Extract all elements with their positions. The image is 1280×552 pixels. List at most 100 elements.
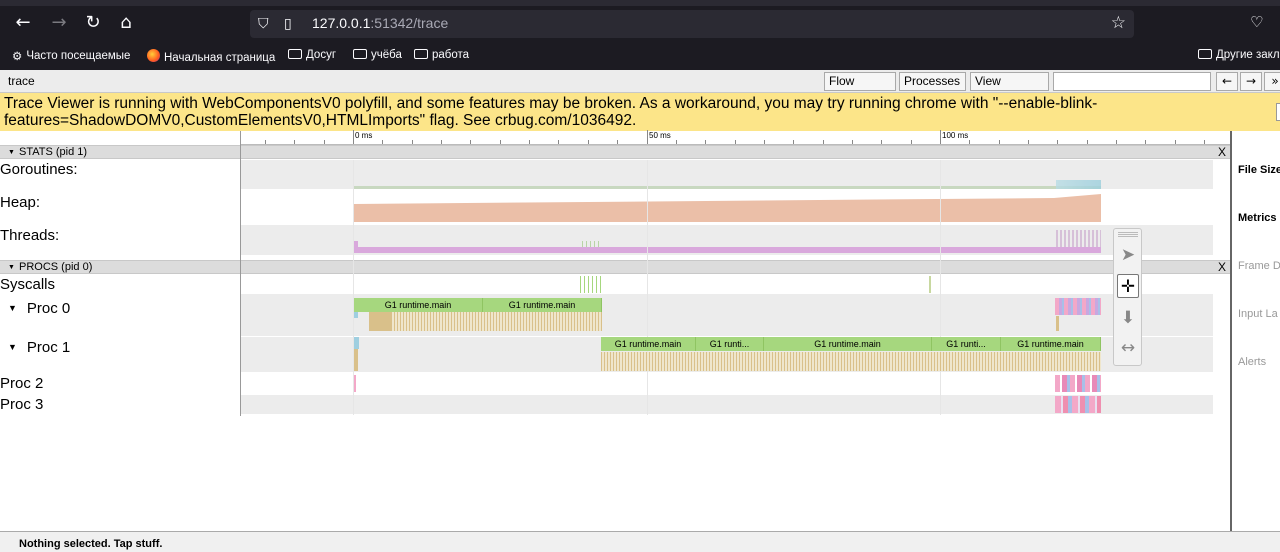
timing-icon[interactable]: ↔ (1117, 336, 1139, 360)
bookmark-folder-study[interactable]: учёба (353, 49, 402, 61)
proc1-label[interactable]: ▼ Proc 1 (0, 339, 70, 356)
bookmark-folder-work[interactable]: работа (414, 49, 469, 61)
ruler-label: 0 ms (355, 131, 373, 140)
slice-g1-runtime-main[interactable]: G1 runtime.main (483, 298, 602, 312)
bookmark-label: работа (432, 49, 470, 61)
ruler-minor-tick (1116, 140, 1117, 144)
url-text[interactable]: 127.0.0.1:51342/trace (312, 15, 448, 31)
bookmark-label: Часто посещаемые (26, 50, 131, 62)
status-text: Nothing selected. Tap stuff. (19, 538, 163, 550)
ruler-minor-tick (588, 140, 589, 144)
threads-burst (1056, 230, 1101, 247)
slice-g1-runtime-main[interactable]: G1 runtime.main (764, 337, 932, 351)
expand-triangle-icon[interactable]: ▼ (8, 303, 17, 313)
bookmark-star-icon[interactable]: ☆ (1111, 13, 1126, 33)
bookmark-label: Начальная страница (164, 52, 276, 64)
proc1-subslice (354, 337, 359, 349)
ruler-minor-tick (1204, 140, 1205, 144)
prev-button[interactable]: ← (1216, 72, 1238, 91)
bookmark-other[interactable]: Другие закл (1198, 49, 1280, 61)
ruler-minor-tick (412, 140, 413, 144)
address-bar[interactable]: ⛉ ▯ 127.0.0.1:51342/trace ☆ (250, 10, 1134, 38)
threads-burst-small (582, 241, 602, 247)
ruler-minor-tick (265, 140, 266, 144)
next-button[interactable]: → (1240, 72, 1262, 91)
bookmarks-bar: ⚙ Часто посещаемые Начальная страница Дос… (0, 44, 1280, 70)
view-options-button[interactable]: View Options (970, 72, 1049, 105)
proc3-burst (1055, 396, 1101, 413)
ruler-minor-tick (1028, 140, 1029, 144)
shield-icon[interactable]: ⛉ (258, 14, 276, 34)
ruler-minor-tick (441, 140, 442, 144)
slice-g1-runtime-main[interactable]: G1 runtime.main (354, 298, 483, 312)
ruler-minor-tick (324, 140, 325, 144)
processes-button[interactable]: Processes (899, 72, 966, 91)
proc1-label-text: Proc 1 (26, 339, 71, 356)
back-arrow-icon[interactable]: ← (12, 12, 34, 34)
slice-g1-runtime-main[interactable]: G1 runtime.main (1001, 337, 1101, 351)
browser-toolbar: ← → ↻ ⌂ ⛉ ▯ 127.0.0.1:51342/trace ☆ ♡ (0, 0, 1280, 44)
warning-dismiss[interactable] (1276, 103, 1280, 121)
ruler-minor-tick (735, 140, 736, 144)
ruler-minor-tick (1057, 140, 1058, 144)
proc2-burst (1055, 375, 1101, 392)
ruler-minor-tick (705, 140, 706, 144)
forward-arrow-icon[interactable]: → (48, 12, 70, 34)
slice-g1-runtime-main[interactable]: G1 runtime.main (601, 337, 696, 351)
collapse-triangle-icon[interactable]: ▼ (8, 262, 15, 274)
firefox-icon (147, 49, 160, 62)
bookmark-folder-leisure[interactable]: Досуг (288, 49, 336, 61)
bookmark-frequent[interactable]: ⚙ Часто посещаемые (12, 49, 130, 63)
ruler-minor-tick (999, 140, 1000, 144)
slice-g1-runtime[interactable]: G1 runti... (932, 337, 1001, 351)
procs-process-header[interactable]: ▼ PROCS (pid 0) X (0, 260, 1230, 274)
ruler-minor-tick (529, 140, 530, 144)
time-ruler[interactable]: 0 ms 50 ms 100 ms (240, 130, 1230, 145)
page-icon[interactable]: ▯ (284, 14, 300, 34)
ruler-minor-tick (617, 140, 618, 144)
side-tab-file-size[interactable]: File Size (1238, 164, 1280, 176)
stats-process-header[interactable]: ▼ STATS (pid 1) X (0, 145, 1230, 159)
select-cursor-icon[interactable]: ➤ (1117, 243, 1139, 267)
label-column-divider (240, 131, 241, 416)
ruler-minor-tick (647, 140, 648, 144)
close-icon[interactable]: X (1218, 261, 1226, 273)
reload-icon[interactable]: ↻ (82, 12, 104, 34)
collapse-triangle-icon[interactable]: ▼ (8, 147, 15, 159)
ruler-minor-tick (764, 140, 765, 144)
process-header-label: STATS (pid 1) (19, 146, 88, 158)
ruler-minor-tick (911, 140, 912, 144)
folder-icon (1198, 49, 1212, 59)
status-bar: Nothing selected. Tap stuff. (0, 531, 1280, 552)
expand-triangle-icon[interactable]: ▼ (8, 342, 17, 352)
side-tab-alerts[interactable]: Alerts (1238, 356, 1266, 368)
heap-label: Heap: (0, 194, 41, 211)
zoom-icon[interactable]: ⬇ (1117, 306, 1139, 330)
pocket-icon[interactable]: ♡ (1250, 13, 1268, 31)
folder-icon (353, 49, 367, 59)
proc0-label[interactable]: ▼ Proc 0 (0, 300, 70, 317)
tab-strip (0, 0, 1280, 6)
bookmark-start-page[interactable]: Начальная страница (147, 49, 275, 64)
side-tab-frame-data[interactable]: Frame D (1238, 260, 1280, 272)
search-input[interactable] (1053, 72, 1211, 91)
close-icon[interactable]: X (1218, 146, 1226, 158)
side-tab-input-latency[interactable]: Input La (1238, 308, 1278, 320)
folder-icon (288, 49, 302, 59)
side-tab-metrics[interactable]: Metrics (1238, 212, 1277, 224)
syscall-mark (929, 276, 931, 293)
ruler-minor-tick (470, 140, 471, 144)
gear-icon: ⚙ (12, 51, 23, 63)
more-button[interactable]: » (1264, 72, 1280, 91)
goroutines-counter (354, 186, 1101, 189)
pan-icon[interactable]: ✛ (1117, 274, 1139, 298)
flow-events-button[interactable]: Flow events (824, 72, 896, 105)
home-icon[interactable]: ⌂ (115, 12, 137, 34)
syscalls-track[interactable] (240, 275, 1213, 294)
slice-g1-runtime[interactable]: G1 runti... (696, 337, 764, 351)
proc3-label: Proc 3 (0, 396, 44, 413)
syscall-marks (580, 276, 602, 293)
proc0-subslice (1056, 316, 1059, 331)
proc0-subslices (391, 312, 602, 331)
drag-handle[interactable] (1118, 232, 1138, 237)
